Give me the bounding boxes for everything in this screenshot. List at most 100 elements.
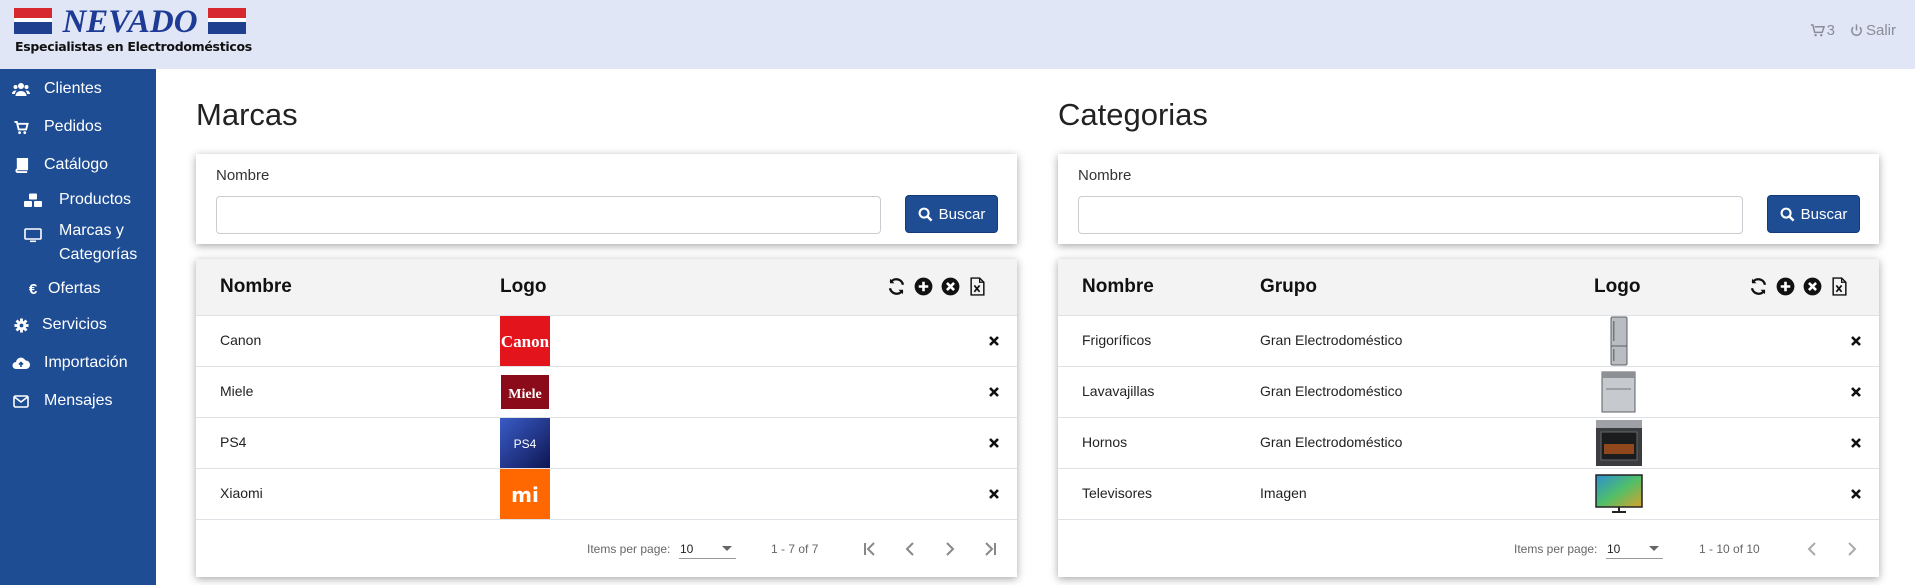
plus-circle-icon [914,277,932,295]
delete-row-button[interactable] [986,333,1002,349]
page-range: 1 - 10 of 10 [1699,542,1760,556]
close-icon [1851,489,1861,499]
logout-button[interactable]: Salir [1849,22,1896,39]
marcas-filter-label: Nombre [216,167,270,184]
sidebar-item-label: Productos [59,191,132,208]
book-icon [12,157,30,173]
col-header-nombre[interactable]: Nombre [220,276,292,298]
search-button-label: Buscar [1800,205,1848,223]
refresh-button[interactable] [886,276,906,296]
cloud-upload-icon [12,355,30,371]
logo-flag-left [14,8,52,34]
col-header-nombre[interactable]: Nombre [1082,276,1154,298]
previous-page-button[interactable] [898,537,922,561]
sidebar-item-label: Mensajes [44,392,113,409]
delete-row-button[interactable] [986,486,1002,502]
clear-button[interactable] [1802,276,1822,296]
export-excel-button[interactable] [1829,276,1849,296]
logo-text-canon: Canon [501,332,550,351]
items-per-page-select[interactable]: 10 [679,535,736,559]
page-range: 1 - 7 of 7 [771,542,819,556]
sidebar-item-ofertas[interactable]: € Ofertas [0,272,156,306]
excel-file-icon [1831,276,1847,296]
delete-row-button[interactable] [1848,486,1864,502]
col-header-grupo[interactable]: Grupo [1260,276,1317,298]
cog-icon [12,317,30,333]
marcas-table-card: Nombre Logo Canon Canon Miele Miele PS4 … [196,259,1017,577]
sidebar-item-catalogo[interactable]: Catálogo [0,148,156,182]
cell-nombre: Frigoríficos [1082,332,1152,348]
users-icon [12,81,30,97]
cell-grupo: Gran Electrodoméstico [1260,383,1403,399]
cell-nombre: Televisores [1082,485,1153,501]
cart-icon [1810,24,1825,37]
table-row[interactable]: Xiaomi mi [196,469,1017,520]
marcas-name-input[interactable] [216,196,881,234]
logo-text-xiaomi: mi [511,483,539,507]
export-excel-button[interactable] [967,276,987,296]
cell-nombre: Canon [220,332,262,348]
sidebar-item-marcas-categorias[interactable]: Marcas y Categorías [0,219,156,269]
cell-grupo: Imagen [1260,485,1307,501]
brand-logo-canon: Canon [500,316,550,366]
sidebar-item-productos[interactable]: Productos [0,183,156,217]
caret-down-icon [1649,546,1659,551]
oven-image [1594,418,1644,468]
plus-circle-icon [1776,277,1794,295]
add-button[interactable] [1775,276,1795,296]
sidebar-item-importacion[interactable]: Importación [0,346,156,380]
categorias-name-input[interactable] [1078,196,1743,234]
clear-button[interactable] [940,276,960,296]
envelope-icon [12,393,30,409]
delete-row-button[interactable] [1848,435,1864,451]
sidebar-item-clientes[interactable]: Clientes [0,72,156,106]
sidebar-item-pedidos[interactable]: Pedidos [0,110,156,144]
cart-icon [12,119,30,135]
marcas-title: Marcas [196,97,298,132]
add-button[interactable] [913,276,933,296]
table-row[interactable]: PS4 PS4 [196,418,1017,469]
delete-row-button[interactable] [986,384,1002,400]
table-row[interactable]: Miele Miele [196,367,1017,418]
first-page-icon [864,542,875,556]
table-row[interactable]: Lavavajillas Gran Electrodoméstico [1058,367,1879,418]
marcas-search-button[interactable]: Buscar [905,195,998,233]
brand-logo-miele: Miele [500,367,550,417]
table-row[interactable]: Hornos Gran Electrodoméstico [1058,418,1879,469]
chevron-left-icon [905,542,914,556]
col-header-logo[interactable]: Logo [1594,276,1640,298]
categorias-title: Categorias [1058,97,1208,132]
first-page-button[interactable] [858,537,882,561]
categorias-filter-label: Nombre [1078,167,1132,184]
refresh-button[interactable] [1748,276,1768,296]
logo-wordmark: NEVADO [62,4,198,40]
items-per-page-select[interactable]: 10 [1606,535,1663,559]
euro-icon: € [28,280,38,298]
col-header-logo[interactable]: Logo [500,276,546,298]
table-row[interactable]: Televisores Imagen [1058,469,1879,520]
search-button-label: Buscar [938,205,986,223]
top-header: NEVADO Especialistas en Electrodoméstico… [0,0,1915,69]
delete-row-button[interactable] [1848,333,1864,349]
brand-logo-ps4: PS4 [500,418,550,468]
marcas-paginator: Items per page: 10 1 - 7 of 7 [196,520,1017,578]
categorias-filter-card: Nombre Buscar [1058,154,1879,244]
times-circle-icon [941,277,959,295]
delete-row-button[interactable] [1848,384,1864,400]
sidebar-item-mensajes[interactable]: Mensajes [0,384,156,418]
sidebar-item-label-line1: Marcas y [59,222,124,239]
fridge-image [1594,316,1644,366]
categorias-search-button[interactable]: Buscar [1767,195,1860,233]
sidebar-item-servicios[interactable]: Servicios [0,308,156,342]
previous-page-button[interactable] [1800,537,1824,561]
table-row[interactable]: Canon Canon [196,316,1017,367]
cart-button[interactable]: 3 [1810,22,1835,39]
excel-file-icon [969,276,985,296]
last-page-button[interactable] [978,537,1002,561]
cell-nombre: Xiaomi [220,485,263,501]
delete-row-button[interactable] [986,435,1002,451]
table-row[interactable]: Frigoríficos Gran Electrodoméstico [1058,316,1879,367]
next-page-button[interactable] [938,537,962,561]
next-page-button[interactable] [1840,537,1864,561]
nevado-logo[interactable]: NEVADO Especialistas en Electrodoméstico… [14,4,252,58]
